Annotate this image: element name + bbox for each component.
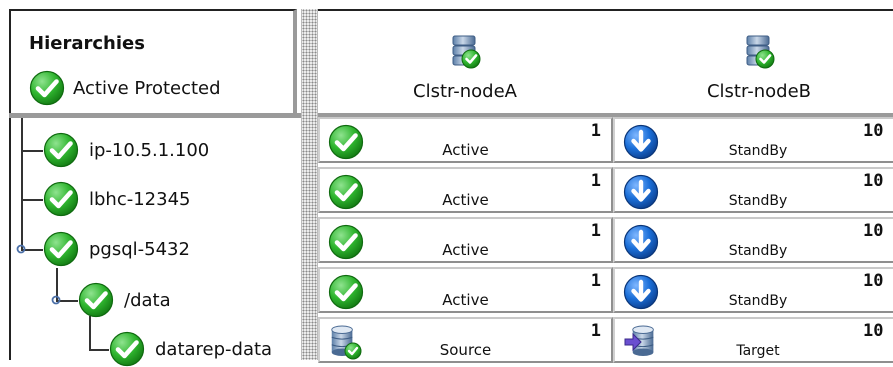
tree-item-label: pgsql-5432 [89, 238, 190, 260]
server-node-icon [449, 33, 481, 69]
priority-value: 10 [863, 321, 884, 341]
tree-line [21, 118, 23, 250]
hierarchies-title: Hierarchies [29, 33, 145, 54]
status-cell-b[interactable]: StandBy 10 [613, 167, 893, 213]
tree-item-label: ip-10.5.1.100 [89, 139, 210, 161]
server-status-panel: Clstr-nodeA Clstr-nodeB Active 1 StandBy… [318, 9, 893, 363]
hierarchy-header: Hierarchies Active Protected [9, 9, 297, 113]
server-node-icon [743, 33, 775, 69]
node-header-a[interactable]: Clstr-nodeA [318, 11, 612, 113]
priority-value: 10 [863, 221, 884, 241]
hierarchy-panel: Hierarchies Active Protected ip-10.5.1.1… [9, 9, 301, 360]
tree-item-label: datarep-data [155, 338, 273, 360]
status-cell-b[interactable]: StandBy 10 [613, 117, 893, 163]
status-cell-a[interactable]: Active 1 [318, 217, 613, 263]
active-check-icon [43, 181, 79, 217]
tree-line [21, 150, 43, 152]
lifekeeper-status-window: Hierarchies Active Protected ip-10.5.1.1… [0, 0, 893, 360]
tree-item-label: /data [124, 289, 171, 311]
status-cell-a[interactable]: Source 1 [318, 317, 613, 363]
resource-tree: ip-10.5.1.100 lbhc-12345 pgsql-5432 /dat… [9, 118, 301, 360]
state-label: StandBy [728, 243, 788, 259]
active-check-icon [78, 282, 114, 318]
status-cell-b[interactable]: StandBy 10 [613, 267, 893, 313]
state-label: Active [442, 191, 489, 209]
pane-splitter[interactable] [301, 9, 318, 360]
tree-item-pgsql[interactable]: pgsql-5432 [43, 231, 190, 267]
tree-item-label: lbhc-12345 [89, 188, 191, 210]
hierarchy-status-label: Active Protected [73, 77, 221, 99]
tree-item-lbhc[interactable]: lbhc-12345 [43, 181, 191, 217]
tree-item-datarep[interactable]: datarep-data [109, 331, 272, 367]
tree-item-ip[interactable]: ip-10.5.1.100 [43, 132, 209, 168]
tree-line [89, 316, 91, 350]
priority-value: 1 [590, 271, 601, 291]
tree-line [89, 349, 109, 351]
state-label: Active [442, 291, 489, 309]
state-label: Target [736, 343, 780, 359]
active-check-icon [43, 132, 79, 168]
hierarchy-status: Active Protected [29, 71, 221, 105]
node-header-b[interactable]: Clstr-nodeB [612, 11, 893, 113]
status-cell-a[interactable]: Active 1 [318, 267, 613, 313]
state-label: StandBy [728, 193, 788, 209]
status-cell-b[interactable]: Target 10 [613, 317, 893, 363]
tree-line [21, 199, 43, 201]
node-name: Clstr-nodeB [706, 81, 812, 102]
node-name: Clstr-nodeA [413, 81, 517, 102]
active-check-icon [29, 70, 65, 106]
status-cell-b[interactable]: StandBy 10 [613, 217, 893, 263]
priority-value: 10 [863, 171, 884, 191]
priority-value: 1 [590, 121, 601, 141]
priority-value: 1 [590, 321, 601, 341]
tree-item-data[interactable]: /data [78, 282, 171, 318]
status-cell-a[interactable]: Active 1 [318, 167, 613, 213]
priority-value: 10 [863, 121, 884, 141]
expand-knob-icon[interactable] [51, 295, 61, 305]
active-check-icon [109, 331, 145, 367]
expand-knob-icon[interactable] [16, 244, 26, 254]
priority-value: 1 [590, 221, 601, 241]
state-label: Active [442, 141, 489, 159]
priority-value: 1 [590, 171, 601, 191]
status-cell-a[interactable]: Active 1 [318, 117, 613, 163]
state-label: Active [442, 241, 489, 259]
state-label: StandBy [728, 293, 788, 309]
active-check-icon [43, 231, 79, 267]
state-label: StandBy [728, 143, 788, 159]
priority-value: 10 [863, 271, 884, 291]
state-label: Source [439, 341, 492, 359]
